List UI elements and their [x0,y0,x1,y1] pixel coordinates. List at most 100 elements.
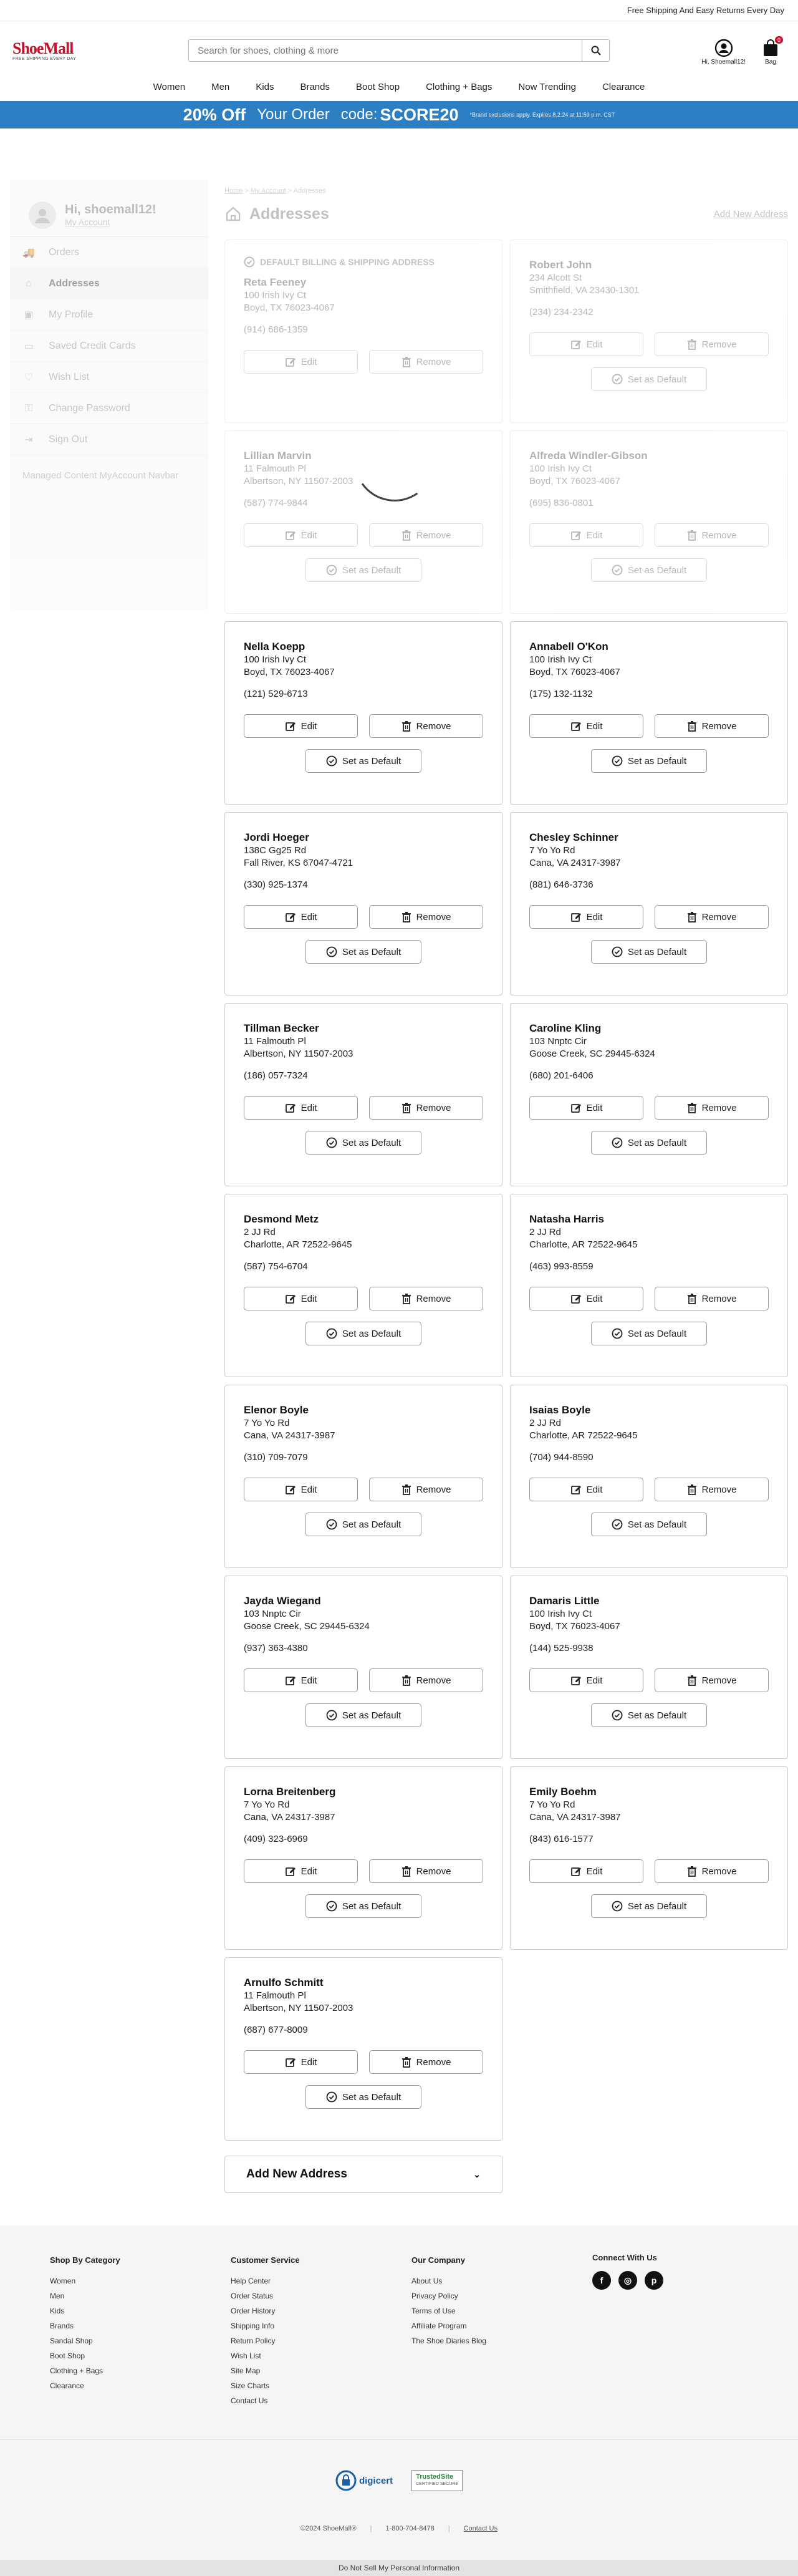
footer-link[interactable]: Wish List [231,2348,411,2363]
set-default-button[interactable]: Set as Default [591,558,707,582]
footer-link[interactable]: Boot Shop [50,2348,231,2363]
remove-address-button[interactable]: Remove [369,1096,483,1120]
footer-link[interactable]: Return Policy [231,2333,411,2348]
breadcrumb-my-account[interactable]: My Account [251,187,286,195]
remove-address-button[interactable]: Remove [655,1668,769,1692]
footer-link[interactable]: Brands [50,2318,231,2333]
edit-address-button[interactable]: Edit [244,1478,358,1501]
footer-link[interactable]: Affiliate Program [411,2318,592,2333]
edit-address-button[interactable]: Edit [529,1859,643,1883]
nav-kids[interactable]: Kids [243,82,287,92]
edit-address-button[interactable]: Edit [244,1096,358,1120]
set-default-button[interactable]: Set as Default [305,2085,421,2109]
nav-now-trending[interactable]: Now Trending [505,82,589,92]
nav-clearance[interactable]: Clearance [589,82,658,92]
set-default-button[interactable]: Set as Default [591,940,707,964]
set-default-button[interactable]: Set as Default [305,940,421,964]
remove-address-button[interactable]: Remove [369,523,483,547]
promo-banner[interactable]: 20% Off Your Order code: SCORE20 *Brand … [0,101,798,128]
remove-address-button[interactable]: Remove [655,1287,769,1310]
nav-brands[interactable]: Brands [287,82,343,92]
remove-address-button[interactable]: Remove [369,350,483,374]
footer-link[interactable]: Order History [231,2303,411,2318]
set-default-button[interactable]: Set as Default [305,1131,421,1155]
edit-address-button[interactable]: Edit [244,714,358,738]
account-menu[interactable]: Hi, Shoemall12! [701,39,746,65]
instagram-icon[interactable]: ◎ [618,2271,637,2290]
sidebar-item-change-password[interactable]: ⚿ Change Password [10,393,208,424]
set-default-button[interactable]: Set as Default [591,1513,707,1536]
footer-link[interactable]: About Us [411,2273,592,2288]
remove-address-button[interactable]: Remove [369,1668,483,1692]
edit-address-button[interactable]: Edit [529,332,643,356]
footer-link[interactable]: Men [50,2288,231,2303]
sidebar-item-sign-out[interactable]: ⇥ Sign Out [10,424,208,455]
footer-link[interactable]: Shipping Info [231,2318,411,2333]
edit-address-button[interactable]: Edit [529,1287,643,1310]
nav-women[interactable]: Women [140,82,198,92]
remove-address-button[interactable]: Remove [655,1859,769,1883]
remove-address-button[interactable]: Remove [369,905,483,929]
footer-contact-link[interactable]: Contact Us [464,2525,498,2532]
edit-address-button[interactable]: Edit [244,1668,358,1692]
nav-men[interactable]: Men [198,82,243,92]
edit-address-button[interactable]: Edit [244,905,358,929]
edit-address-button[interactable]: Edit [529,905,643,929]
set-default-button[interactable]: Set as Default [305,749,421,773]
sidebar-item-credit-cards[interactable]: ▭ Saved Credit Cards [10,331,208,362]
set-default-button[interactable]: Set as Default [305,1703,421,1727]
edit-address-button[interactable]: Edit [244,350,358,374]
nav-clothing-bags[interactable]: Clothing + Bags [413,82,505,92]
set-default-button[interactable]: Set as Default [591,367,707,391]
trustedsite-badge[interactable]: TrustedSite CERTIFIED SECURE [411,2470,463,2491]
remove-address-button[interactable]: Remove [655,1478,769,1501]
footer-link[interactable]: Contact Us [231,2393,411,2408]
footer-link[interactable]: Terms of Use [411,2303,592,2318]
remove-address-button[interactable]: Remove [369,714,483,738]
set-default-button[interactable]: Set as Default [305,1513,421,1536]
footer-link[interactable]: The Shoe Diaries Blog [411,2333,592,2348]
my-account-link[interactable]: My Account [65,217,156,227]
remove-address-button[interactable]: Remove [655,523,769,547]
set-default-button[interactable]: Set as Default [591,749,707,773]
add-new-address-link[interactable]: Add New Address [714,209,788,220]
set-default-button[interactable]: Set as Default [305,1322,421,1345]
remove-address-button[interactable]: Remove [655,332,769,356]
footer-link[interactable]: Kids [50,2303,231,2318]
footer-link[interactable]: Size Charts [231,2378,411,2393]
breadcrumb-home[interactable]: Home [224,187,243,195]
edit-address-button[interactable]: Edit [244,523,358,547]
set-default-button[interactable]: Set as Default [591,1322,707,1345]
sidebar-item-profile[interactable]: ▣ My Profile [10,299,208,331]
pinterest-icon[interactable]: p [645,2271,663,2290]
search-input[interactable] [189,40,582,61]
set-default-button[interactable]: Set as Default [591,1703,707,1727]
footer-link[interactable]: Women [50,2273,231,2288]
edit-address-button[interactable]: Edit [529,1096,643,1120]
remove-address-button[interactable]: Remove [655,1096,769,1120]
edit-address-button[interactable]: Edit [529,1478,643,1501]
logo[interactable]: ShoeMall FREE SHIPPING EVERY DAY [12,39,112,61]
remove-address-button[interactable]: Remove [369,1859,483,1883]
set-default-button[interactable]: Set as Default [591,1131,707,1155]
edit-address-button[interactable]: Edit [244,1287,358,1310]
footer-phone[interactable]: 1-800-704-8478 [385,2525,434,2532]
edit-address-button[interactable]: Edit [529,523,643,547]
set-default-button[interactable]: Set as Default [305,558,421,582]
sidebar-item-addresses[interactable]: ⌂ Addresses [10,268,208,299]
remove-address-button[interactable]: Remove [655,905,769,929]
sidebar-item-orders[interactable]: 🚚 Orders [10,237,208,268]
nav-boot-shop[interactable]: Boot Shop [343,82,413,92]
footer-link[interactable]: Site Map [231,2363,411,2378]
digicert-badge[interactable]: digicert [335,2470,393,2491]
edit-address-button[interactable]: Edit [529,714,643,738]
footer-link[interactable]: Help Center [231,2273,411,2288]
do-not-sell-link[interactable]: Do Not Sell My Personal Information [0,2560,798,2576]
set-default-button[interactable]: Set as Default [305,1894,421,1918]
sidebar-item-wish-list[interactable]: ♡ Wish List [10,362,208,393]
set-default-button[interactable]: Set as Default [591,1894,707,1918]
search-button[interactable] [582,40,609,61]
remove-address-button[interactable]: Remove [655,714,769,738]
footer-link[interactable]: Clothing + Bags [50,2363,231,2378]
edit-address-button[interactable]: Edit [244,1859,358,1883]
